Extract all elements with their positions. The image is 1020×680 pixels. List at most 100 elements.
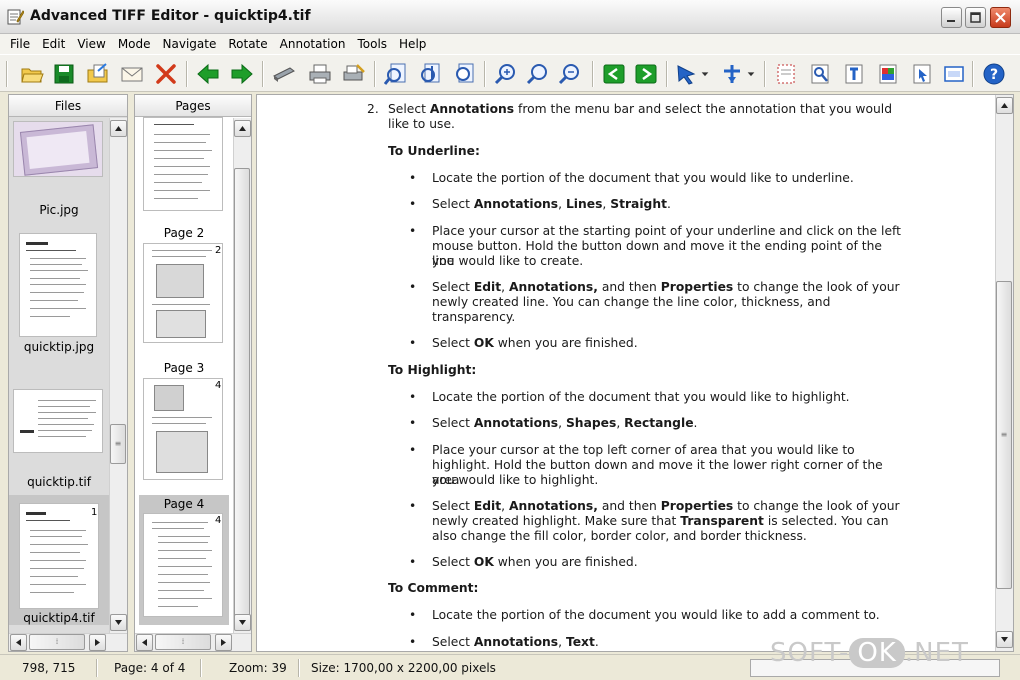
page-thumbnail-3[interactable] (143, 378, 223, 480)
menu-file[interactable]: File (4, 37, 36, 51)
chevron-right-icon (221, 639, 226, 646)
files-scroll-thumb[interactable]: ≡ (110, 424, 126, 464)
fit-height-button[interactable] (416, 60, 444, 88)
save-icon (54, 64, 74, 84)
print-button[interactable] (306, 60, 334, 88)
chevron-down-icon (115, 620, 122, 625)
fit-width-button[interactable] (382, 60, 410, 88)
menu-edit[interactable]: Edit (36, 37, 71, 51)
files-hscroll-thumb[interactable]: ⁞ (29, 634, 85, 650)
pages-scroll-left[interactable] (136, 634, 153, 651)
bullet: • (409, 280, 417, 294)
document-scroll-down[interactable] (996, 631, 1013, 648)
back-button[interactable] (194, 60, 222, 88)
page-number-2: 2 (215, 245, 222, 256)
forward-button[interactable] (228, 60, 256, 88)
files-horizontal-scrollbar[interactable]: ⁞ (9, 633, 127, 651)
save-button[interactable] (50, 60, 78, 88)
document-scroll-thumb[interactable]: ≡ (996, 281, 1012, 589)
title-bar: Advanced TIFF Editor - quicktip4.tif (0, 0, 1020, 34)
heading-highlight: To Highlight: (388, 363, 477, 377)
toolbar-separator (764, 61, 766, 87)
select-rectangle-button[interactable] (772, 60, 800, 88)
pan-tool-button[interactable] (718, 60, 746, 88)
pan-tool-dropdown[interactable] (744, 60, 758, 88)
bullet: • (409, 635, 417, 649)
underline-step-4-line-1: Select Edit, Annotations, and then Prope… (432, 280, 900, 294)
highlight-step-5: Select OK when you are finished. (432, 555, 638, 569)
scan-button[interactable] (270, 60, 298, 88)
page-thumbnail-1[interactable] (143, 117, 223, 211)
previous-page-button[interactable] (600, 60, 628, 88)
pages-scroll-thumb[interactable] (234, 168, 250, 622)
menu-annotation[interactable]: Annotation (274, 37, 352, 51)
zoom-in-button[interactable] (492, 60, 520, 88)
document-vertical-scrollbar[interactable]: ≡ (995, 95, 1013, 651)
print-setup-button[interactable] (340, 60, 368, 88)
files-scroll-left[interactable] (10, 634, 27, 651)
files-scroll-down[interactable] (110, 614, 127, 631)
chevron-up-icon (1001, 103, 1008, 108)
text-tool-icon (845, 64, 863, 84)
highlight-step-4-line-3: also change the fill color, border color… (432, 529, 807, 543)
pointer-tool-dropdown[interactable] (698, 60, 712, 88)
files-vertical-scrollbar[interactable]: ≡ (109, 118, 127, 633)
color-tool-button[interactable] (874, 60, 902, 88)
maximize-button[interactable] (965, 7, 986, 28)
zoom-actual-button[interactable] (524, 60, 552, 88)
pages-scroll-up[interactable] (234, 120, 251, 137)
chevron-up-icon (115, 126, 122, 131)
menu-tools[interactable]: Tools (351, 37, 393, 51)
menu-rotate[interactable]: Rotate (222, 37, 273, 51)
pages-hscroll-thumb[interactable]: ⁞ (155, 634, 211, 650)
menu-view[interactable]: View (71, 37, 111, 51)
menu-navigate[interactable]: Navigate (157, 37, 223, 51)
email-button[interactable] (118, 60, 146, 88)
menu-help[interactable]: Help (393, 37, 432, 51)
file-label-quicktip-tif: quicktip.tif (27, 475, 91, 489)
chevron-down-icon (701, 72, 709, 77)
grip-icon: ≡ (1000, 430, 1008, 439)
pages-scroll-down[interactable] (234, 614, 251, 631)
print-setup-icon (343, 64, 365, 81)
magnifier-tool-button[interactable] (806, 60, 834, 88)
zoom-out-button[interactable] (556, 60, 584, 88)
underline-step-3-line-1: Place your cursor at the starting point … (432, 224, 901, 238)
zoom-out-icon (558, 64, 579, 85)
help-icon: ? (983, 63, 1005, 85)
fit-page-button[interactable] (450, 60, 478, 88)
file-thumbnail-pic[interactable] (13, 121, 103, 177)
fit-height-icon (421, 63, 440, 83)
cursor-tool-button[interactable] (908, 60, 936, 88)
open-file-button[interactable] (84, 60, 112, 88)
help-button[interactable]: ? (980, 60, 1008, 88)
menu-mode[interactable]: Mode (112, 37, 157, 51)
next-page-button[interactable] (632, 60, 660, 88)
color-tool-icon (879, 64, 897, 84)
pages-scroll-right[interactable] (215, 634, 232, 651)
close-window-button[interactable] (990, 7, 1011, 28)
file-thumbnail-quicktip-jpg[interactable] (19, 233, 97, 337)
document-scroll-up[interactable] (996, 97, 1013, 114)
chevron-down-icon (747, 72, 755, 77)
pages-horizontal-scrollbar[interactable]: ⁞ (135, 633, 251, 651)
document-view[interactable]: 2. Select Annotations from the menu bar … (256, 94, 1014, 652)
page-thumbnail-2[interactable] (143, 243, 223, 343)
page-thumbnail-4[interactable] (143, 513, 223, 617)
text-tool-button[interactable] (840, 60, 868, 88)
file-thumbnail-quicktip-tif[interactable] (13, 389, 103, 453)
edit-tool-button[interactable] (940, 60, 968, 88)
pages-vertical-scrollbar[interactable] (233, 118, 251, 633)
files-scroll-up[interactable] (110, 120, 127, 137)
close-document-button[interactable] (152, 60, 180, 88)
highlight-step-3-line-1: Place your cursor at the top left corner… (432, 443, 855, 457)
minimize-button[interactable] (941, 7, 962, 28)
open-folder-button[interactable] (18, 60, 46, 88)
files-scroll-right[interactable] (89, 634, 106, 651)
pointer-tool-button[interactable] (672, 60, 700, 88)
chevron-left-icon (16, 639, 21, 646)
pointer-tool-icon (677, 65, 696, 85)
file-thumbnail-quicktip4-tif[interactable] (19, 503, 99, 609)
maximize-icon (970, 12, 981, 23)
status-image-size: Size: 1700,00 x 2200,00 pixels (311, 661, 496, 675)
